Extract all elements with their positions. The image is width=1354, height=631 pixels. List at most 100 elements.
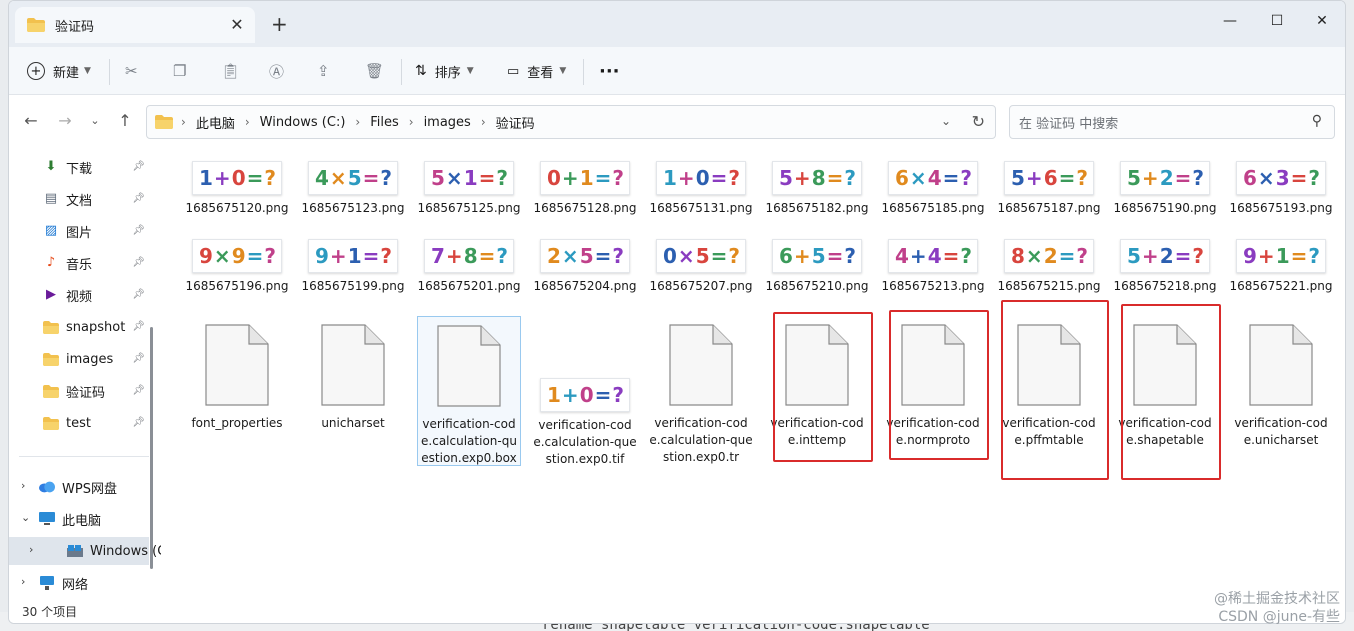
sidebar-item[interactable]: ▶ 视频 📌︎ bbox=[9, 281, 149, 309]
file-item[interactable]: 2 × 5 =? 1685675204.png bbox=[533, 239, 637, 295]
up-arrow-icon[interactable]: ↑ bbox=[113, 108, 137, 134]
chevron-down-icon[interactable]: ⌄ bbox=[21, 511, 30, 524]
close-tab-icon[interactable]: ✕ bbox=[229, 17, 245, 33]
minimize-button[interactable]: — bbox=[1207, 5, 1253, 37]
captcha-glyph: 6 bbox=[895, 166, 909, 190]
new-button[interactable]: + 新建 ▼ bbox=[27, 57, 91, 85]
sidebar-item[interactable]: ▨ 图片 📌︎ bbox=[9, 217, 149, 245]
file-item[interactable]: 8 × 2 =? 1685675215.png bbox=[997, 239, 1101, 295]
close-window-button[interactable]: ✕ bbox=[1299, 5, 1345, 37]
sidebar-tree-item[interactable]: ⌄ 此电脑 bbox=[9, 505, 149, 533]
sidebar-item[interactable]: ▤ 文档 📌︎ bbox=[9, 185, 149, 213]
breadcrumb-this-pc[interactable]: 此电脑 bbox=[196, 113, 235, 132]
captcha-glyph: = bbox=[1290, 166, 1308, 190]
file-item[interactable]: 4 × 5 =? 1685675123.png bbox=[301, 161, 405, 217]
pin-icon[interactable]: 📌︎ bbox=[132, 257, 145, 268]
captcha-glyph: = bbox=[826, 166, 844, 190]
pin-icon[interactable]: 📌︎ bbox=[132, 417, 145, 428]
file-item[interactable]: 5 × 1 =? 1685675125.png bbox=[417, 161, 521, 217]
network-icon bbox=[39, 575, 55, 591]
paste-button[interactable]: 📋︎ bbox=[221, 57, 240, 85]
chevron-right-icon[interactable]: › bbox=[21, 479, 25, 492]
breadcrumb-drive[interactable]: Windows (C:) bbox=[260, 115, 346, 130]
file-item[interactable]: unicharset bbox=[301, 324, 405, 432]
sidebar-item[interactable]: ⬇ 下载 📌︎ bbox=[9, 153, 149, 181]
file-item[interactable]: 7 +8 =? 1685675201.png bbox=[417, 239, 521, 295]
sidebar-scrollbar[interactable] bbox=[150, 151, 153, 597]
rename-button[interactable]: Ⓐ bbox=[269, 57, 284, 85]
file-item[interactable]: 9 × 9 =? 1685675196.png bbox=[185, 239, 289, 295]
file-item[interactable]: 0 × 5 =? 1685675207.png bbox=[649, 239, 753, 295]
sidebar-item[interactable]: ♪ 音乐 📌︎ bbox=[9, 249, 149, 277]
file-item[interactable]: 1 +0 =? verification-code.calculation-quest… bbox=[533, 378, 637, 468]
maximize-button[interactable]: ☐ bbox=[1254, 5, 1300, 37]
sidebar-item[interactable]: snapshot 📌︎ bbox=[9, 313, 149, 341]
file-item[interactable]: font_properties bbox=[185, 324, 289, 432]
file-item[interactable]: verification-code.unicharset bbox=[1229, 324, 1333, 449]
breadcrumb-images[interactable]: images bbox=[424, 115, 471, 130]
pin-icon[interactable]: 📌︎ bbox=[132, 161, 145, 172]
share-button[interactable]: ⇪ bbox=[317, 57, 330, 85]
file-item[interactable]: 6 × 4 =? 1685675185.png bbox=[881, 161, 985, 217]
image-thumbnail: 5 +8 =? bbox=[772, 161, 862, 195]
watermark-line: CSDN @june-有些 bbox=[1218, 609, 1340, 625]
pin-icon[interactable]: 📌︎ bbox=[132, 193, 145, 204]
refresh-icon[interactable]: ↻ bbox=[972, 112, 985, 131]
file-item[interactable]: 4 +4 =? 1685675213.png bbox=[881, 239, 985, 295]
sidebar-tree-item[interactable]: › WPS网盘 bbox=[9, 473, 149, 501]
file-item[interactable]: 0 +1 =? 1685675128.png bbox=[533, 161, 637, 217]
scrollbar-thumb[interactable] bbox=[150, 327, 153, 569]
forward-arrow-icon[interactable]: → bbox=[53, 108, 77, 134]
file-item[interactable]: 6 +5 =? 1685675210.png bbox=[765, 239, 869, 295]
breadcrumb-files[interactable]: Files bbox=[370, 115, 399, 130]
sort-button[interactable]: ⇅ 排序 ▼ bbox=[415, 57, 474, 85]
breadcrumb-captcha[interactable]: 验证码 bbox=[496, 113, 535, 132]
file-item[interactable]: 5 +2 =? 1685675190.png bbox=[1113, 161, 1217, 217]
more-options-button[interactable]: ··· bbox=[599, 57, 620, 85]
delete-button[interactable]: 🗑︎ bbox=[365, 57, 384, 85]
captcha-glyph: = bbox=[826, 244, 844, 268]
file-item[interactable]: 5 +6 =? 1685675187.png bbox=[997, 161, 1101, 217]
pin-icon[interactable]: 📌︎ bbox=[132, 385, 145, 396]
back-arrow-icon[interactable]: ← bbox=[19, 108, 43, 134]
file-item[interactable]: verification-code.calculation-question.e… bbox=[417, 316, 521, 466]
address-bar[interactable]: › 此电脑 › Windows (C:) › Files › images › … bbox=[146, 105, 996, 139]
toolbar-divider bbox=[401, 59, 402, 85]
file-item[interactable]: 1 +0 =? 1685675120.png bbox=[185, 161, 289, 217]
chevron-down-icon[interactable]: ⌄ bbox=[941, 114, 951, 128]
blank-file-icon bbox=[1249, 324, 1313, 406]
title-bar: 验证码 ✕ + — ☐ ✕ bbox=[9, 1, 1345, 47]
chevron-right-icon: › bbox=[408, 115, 414, 129]
pin-icon[interactable]: 📌︎ bbox=[132, 225, 145, 236]
chevron-right-icon[interactable]: › bbox=[21, 575, 25, 588]
file-item[interactable]: 5 +2 =? 1685675218.png bbox=[1113, 239, 1217, 295]
sidebar-item[interactable]: 验证码 📌︎ bbox=[9, 377, 149, 405]
file-name: 1685675221.png bbox=[1229, 279, 1333, 293]
file-item[interactable]: 6 × 3 =? 1685675193.png bbox=[1229, 161, 1333, 217]
copy-button[interactable]: ❐ bbox=[173, 57, 186, 85]
view-button[interactable]: ▭ 查看 ▼ bbox=[507, 57, 566, 85]
file-item[interactable]: 9 +1 =? 1685675221.png bbox=[1229, 239, 1333, 295]
sidebar-item[interactable]: test 📌︎ bbox=[9, 409, 149, 437]
recent-chevron-icon[interactable]: ⌄ bbox=[83, 108, 107, 134]
sidebar-tree-item[interactable]: › Windows (C: bbox=[9, 537, 171, 565]
tab-current-folder[interactable]: 验证码 ✕ bbox=[15, 7, 255, 43]
search-input[interactable]: 在 验证码 中搜索 ⚲ bbox=[1009, 105, 1335, 139]
file-item[interactable]: 1 +0 =? 1685675131.png bbox=[649, 161, 753, 217]
file-item[interactable]: 9 +1 =? 1685675199.png bbox=[301, 239, 405, 295]
file-list: 1 +0 =? 1685675120.png 4 × 5 =? 1685675123.png 5 ×… bbox=[161, 148, 1345, 600]
captcha-glyph: ? bbox=[496, 166, 508, 190]
new-tab-button[interactable]: + bbox=[271, 14, 288, 34]
pin-icon[interactable]: 📌︎ bbox=[132, 353, 145, 364]
cut-button[interactable]: ✂ bbox=[125, 57, 138, 85]
chevron-right-icon[interactable]: › bbox=[29, 543, 33, 556]
sidebar-item[interactable]: images 📌︎ bbox=[9, 345, 149, 373]
sidebar-item-label: Windows (C: bbox=[90, 543, 171, 559]
image-thumbnail: 0 +1 =? bbox=[540, 161, 630, 195]
sidebar-tree-item[interactable]: › 网络 bbox=[9, 569, 149, 597]
pin-icon[interactable]: 📌︎ bbox=[132, 321, 145, 332]
pin-icon[interactable]: 📌︎ bbox=[132, 289, 145, 300]
search-icon[interactable]: ⚲ bbox=[1312, 113, 1322, 129]
file-item[interactable]: verification-code.calculation-question.e… bbox=[649, 324, 753, 466]
file-item[interactable]: 5 +8 =? 1685675182.png bbox=[765, 161, 869, 217]
